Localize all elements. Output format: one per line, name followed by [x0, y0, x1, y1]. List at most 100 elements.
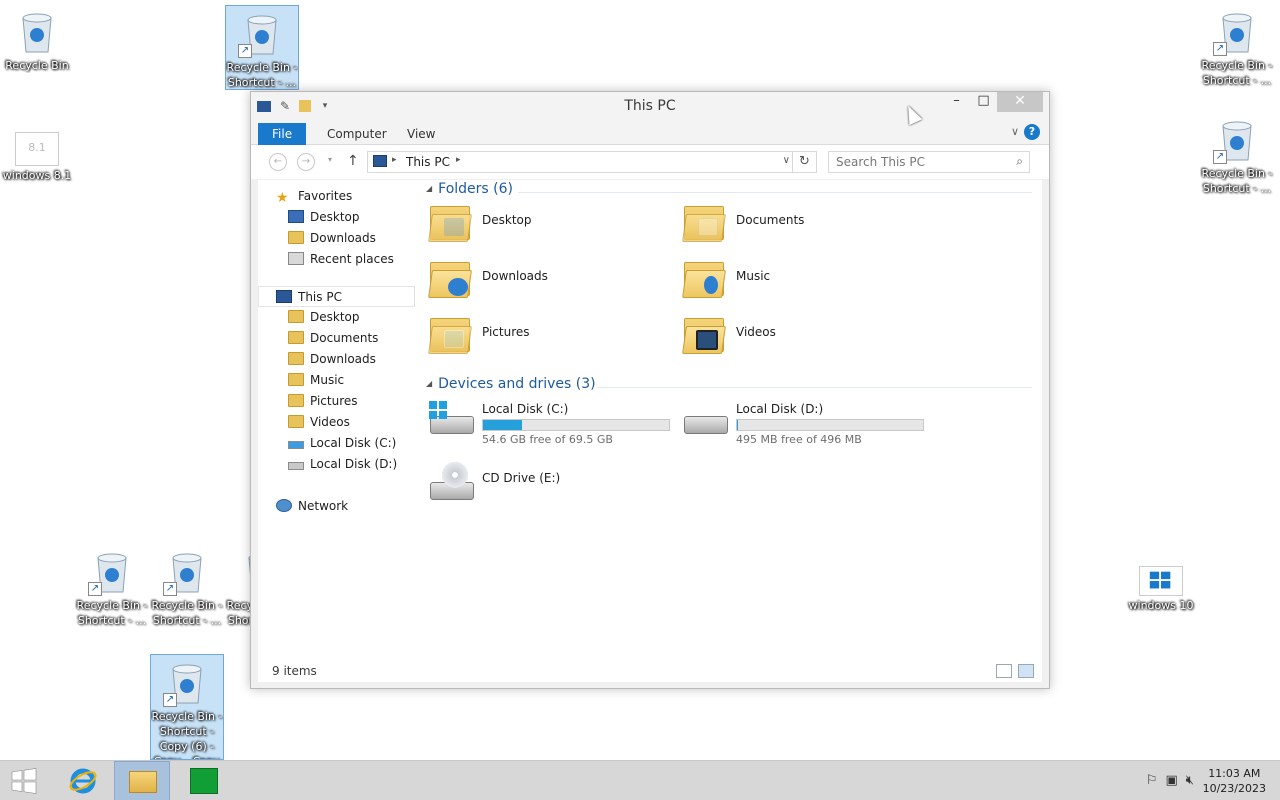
nav-fav-downloads[interactable]: Downloads	[288, 228, 376, 249]
title-bar[interactable]: ✎ ▾ This PC – □ ✕	[251, 92, 1049, 121]
maximize-button[interactable]: □	[970, 92, 997, 112]
close-button[interactable]: ✕	[997, 92, 1043, 112]
search-box[interactable]: ⌕	[828, 151, 1030, 173]
folder-tile-desktop[interactable]: Desktop	[428, 200, 678, 250]
shortcut-arrow-icon: ↗	[1213, 42, 1227, 56]
desktop-icon-recycle-bin[interactable]: Recycle Bin	[0, 4, 74, 73]
nav-pc-documents[interactable]: Documents	[288, 328, 378, 349]
tab-computer[interactable]: Computer	[314, 123, 400, 145]
desktop-icon-recycle-bin-shortcut[interactable]: ↗ Recycle Bin - Shortcut - ...	[225, 5, 299, 90]
content-pane[interactable]: ◢ Folders (6) Desktop Documents Downloads…	[418, 180, 1042, 660]
desktop-icon-windows-10[interactable]: windows 10	[1124, 560, 1198, 613]
details-view-icon[interactable]	[996, 664, 1012, 678]
folder-tile-documents[interactable]: Documents	[682, 200, 932, 250]
help-icon[interactable]: ?	[1024, 124, 1040, 140]
nav-pc-local-disk-c[interactable]: Local Disk (C:)	[288, 433, 396, 454]
desktop-icon-windows-8-1[interactable]: 8.1 windows 8.1	[0, 126, 74, 183]
navigation-pane[interactable]: ★ Favorites Desktop Downloads Recent plac…	[258, 180, 416, 660]
drive-usage-bar	[482, 419, 670, 431]
search-icon[interactable]: ⌕	[1016, 154, 1023, 169]
drive-icon	[682, 400, 728, 444]
window-controls: – □ ✕	[943, 92, 1043, 112]
recycle-bin-icon: ↗	[1213, 116, 1261, 164]
shortcut-arrow-icon: ↗	[163, 693, 177, 707]
nav-pc-local-disk-d[interactable]: Local Disk (D:)	[288, 454, 397, 475]
file-explorer-button[interactable]	[114, 761, 170, 800]
minimize-button[interactable]: –	[943, 92, 970, 112]
address-dropdown-icon[interactable]: ∨	[783, 155, 790, 166]
nav-network[interactable]: Network	[276, 496, 348, 517]
star-icon: ★	[276, 190, 289, 206]
shortcut-arrow-icon: ↗	[88, 582, 102, 596]
drive-tile-d[interactable]: Local Disk (D:) 495 MB free of 496 MB	[682, 400, 932, 450]
network-icon[interactable]: ▣	[1166, 773, 1178, 788]
large-icons-view-icon[interactable]	[1018, 664, 1034, 678]
status-bar: 9 items	[258, 660, 1042, 682]
breadcrumb-separator-icon[interactable]: ▸	[392, 155, 397, 165]
folder-tile-music[interactable]: Music	[682, 256, 932, 306]
desktop-icon-recycle-bin-shortcut[interactable]: ↗ Recycle Bin - Shortcut - ...	[75, 544, 149, 628]
refresh-button[interactable]: ↻	[792, 152, 816, 172]
navigation-bar: ← → ▾ ↑ ▸ This PC ▸ ∨ ↻ ⌕	[251, 145, 1049, 179]
devices-group-header[interactable]: ◢ Devices and drives (3)	[426, 376, 596, 392]
desktop-icon-label: Recycle Bin - Shortcut - ...	[226, 61, 298, 89]
nav-pc-videos[interactable]: Videos	[288, 412, 350, 433]
folder-icon	[288, 331, 304, 344]
shortcut-arrow-icon: ↗	[238, 44, 252, 58]
collapse-icon[interactable]: ◢	[426, 184, 432, 193]
folder-icon	[288, 415, 304, 428]
explorer-window[interactable]: ✎ ▾ This PC – □ ✕ File Computer View ∨ ?…	[250, 91, 1050, 689]
file-explorer-icon	[129, 771, 157, 793]
system-tray: ⚐ ▣ 🔇︎	[1146, 773, 1194, 788]
expand-ribbon-icon[interactable]: ∨	[1011, 125, 1019, 138]
drive-tile-c[interactable]: Local Disk (C:) 54.6 GB free of 69.5 GB	[428, 400, 678, 450]
recent-locations-dropdown[interactable]: ▾	[328, 155, 332, 164]
windows-start-icon	[11, 768, 37, 794]
tab-file[interactable]: File	[258, 123, 307, 145]
nav-this-pc[interactable]: This PC	[258, 286, 415, 307]
desktop-icon-recycle-bin-shortcut[interactable]: ↗ Recycle Bin - Shortcut - ...	[1200, 112, 1274, 196]
pictures-folder-icon	[428, 312, 472, 356]
nav-pc-desktop[interactable]: Desktop	[288, 307, 360, 328]
desktop-icon-label: Recycle Bin - Shortcut - ...	[1201, 167, 1273, 195]
nav-fav-desktop[interactable]: Desktop	[288, 207, 360, 228]
internet-explorer-button[interactable]	[56, 761, 112, 800]
group-divider	[598, 387, 1032, 388]
forward-button[interactable]: →	[297, 153, 315, 171]
folder-tile-videos[interactable]: Videos	[682, 312, 932, 362]
folder-icon	[288, 352, 304, 365]
desktop-icon-recycle-bin-shortcut[interactable]: ↗ Recycle Bin - Shortcut - ...	[1200, 4, 1274, 88]
nav-favorites[interactable]: ★ Favorites	[276, 186, 352, 207]
nav-pc-downloads[interactable]: Downloads	[288, 349, 376, 370]
nav-pc-music[interactable]: Music	[288, 370, 344, 391]
recent-places-icon	[288, 252, 304, 265]
volume-muted-icon[interactable]: 🔇︎	[1186, 773, 1194, 788]
search-input[interactable]	[829, 152, 999, 172]
desktop-icon-recycle-bin-shortcut[interactable]: ↗ Recycle Bin - Shortcut - ...	[150, 544, 224, 628]
network-icon	[276, 499, 292, 512]
taskbar: ⚐ ▣ 🔇︎ 11:03 AM 10/23/2023	[0, 760, 1280, 800]
breadcrumb-separator-icon[interactable]: ▸	[456, 155, 461, 165]
desktop-icon-recycle-bin-shortcut-copy[interactable]: ↗ Recycle Bin - Shortcut - Copy (6) - Co…	[150, 654, 224, 760]
documents-folder-icon	[682, 200, 726, 244]
recycle-bin-icon: ↗	[163, 659, 211, 707]
start-button[interactable]	[0, 761, 56, 800]
nav-pc-pictures[interactable]: Pictures	[288, 391, 358, 412]
downloads-folder-icon	[428, 256, 472, 300]
nav-fav-recent[interactable]: Recent places	[288, 249, 394, 270]
desktop-icon-recycle-bin-shortcut[interactable]: Recycle Bin - Shortcut - ...	[225, 544, 250, 628]
clock[interactable]: 11:03 AM 10/23/2023	[1203, 766, 1266, 796]
drive-free-space: 54.6 GB free of 69.5 GB	[482, 433, 613, 446]
action-center-flag-icon[interactable]: ⚐	[1146, 773, 1158, 788]
folder-tile-downloads[interactable]: Downloads	[428, 256, 678, 306]
collapse-icon[interactable]: ◢	[426, 379, 432, 388]
back-button[interactable]: ←	[269, 153, 287, 171]
address-bar[interactable]: ▸ This PC ▸ ∨ ↻	[367, 151, 817, 173]
drive-tile-e[interactable]: CD Drive (E:)	[428, 462, 678, 512]
store-button[interactable]	[176, 761, 232, 800]
breadcrumb-this-pc[interactable]: This PC	[406, 155, 450, 169]
tab-view[interactable]: View	[394, 123, 448, 145]
up-button[interactable]: ↑	[347, 153, 359, 169]
folders-group-header[interactable]: ◢ Folders (6)	[426, 181, 513, 197]
folder-tile-pictures[interactable]: Pictures	[428, 312, 678, 362]
